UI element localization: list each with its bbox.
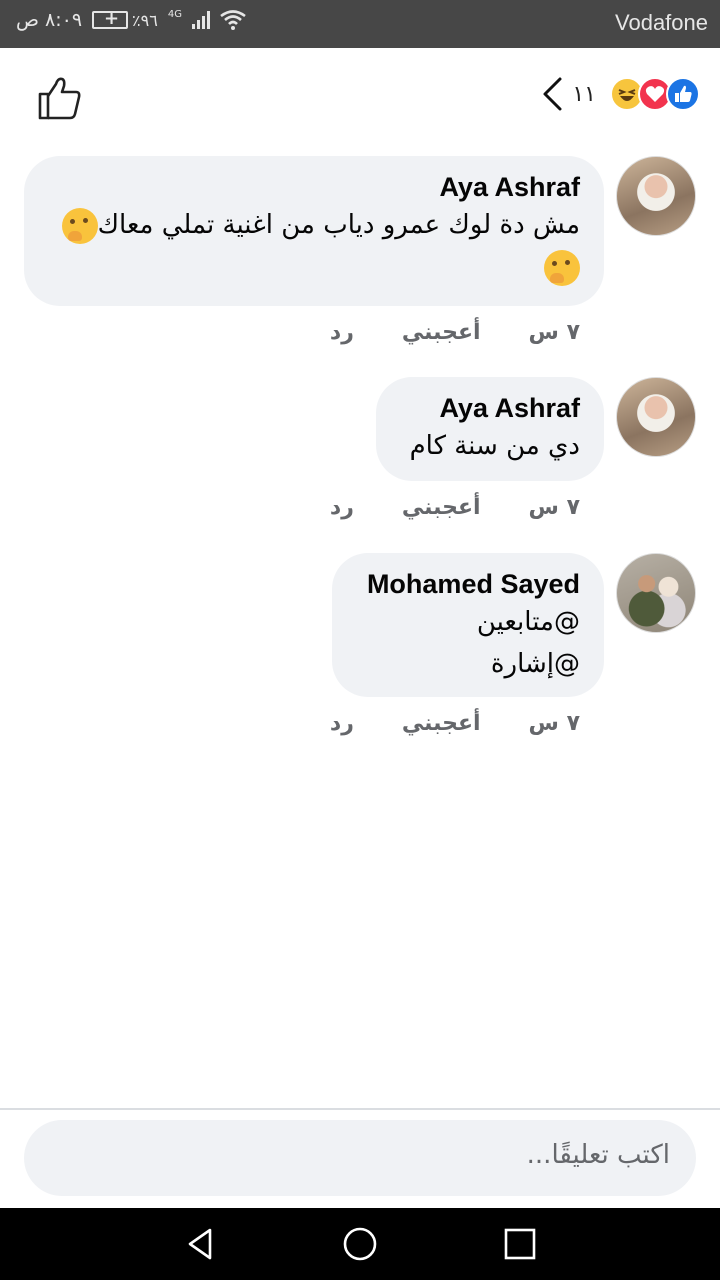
like-comment-button[interactable]: أعجبني	[402, 711, 481, 736]
avatar[interactable]	[616, 156, 696, 236]
comment-time: ٧ س	[528, 320, 580, 345]
comment-author[interactable]: Mohamed Sayed	[356, 567, 580, 601]
avatar[interactable]	[616, 377, 696, 457]
like-comment-button[interactable]: أعجبني	[402, 495, 481, 520]
comment-text: مش دة لوك عمرو دياب من اغنية تملي معاك	[48, 204, 580, 288]
comment-item: Aya Ashraf دي من سنة كام ٧ س أعجبني رد	[330, 377, 696, 520]
comment-input[interactable]: اكتب تعليقًا...	[24, 1120, 696, 1196]
thinking-face-icon	[544, 249, 580, 286]
comment-input-placeholder: اكتب تعليقًا...	[526, 1140, 670, 1170]
comment-author[interactable]: Aya Ashraf	[48, 170, 580, 204]
reply-button[interactable]: رد	[330, 320, 354, 345]
reply-button[interactable]: رد	[330, 495, 354, 520]
mention-link[interactable]: @متابعين	[477, 607, 580, 637]
signal-icon	[191, 11, 210, 29]
chevron-left-icon[interactable]	[540, 76, 566, 112]
comment-bubble[interactable]: Aya Ashraf مش دة لوك عمرو دياب من اغنية …	[24, 156, 604, 306]
like-comment-button[interactable]: أعجبني	[402, 320, 481, 345]
battery-icon	[92, 8, 129, 29]
comment-actions: ٧ س أعجبني رد	[24, 320, 604, 345]
comment-text: @متابعين @إشارة	[356, 601, 580, 685]
mention-link[interactable]: @إشارة	[491, 649, 580, 679]
status-indicators: ٨:٠٩ ص ٪٩٦ 4G	[16, 8, 246, 31]
battery-indicator: ٪٩٦	[92, 8, 158, 30]
comment-time: ٧ س	[528, 711, 580, 736]
comment-item: Aya Ashraf مش دة لوك عمرو دياب من اغنية …	[24, 156, 696, 345]
reaction-icons	[610, 77, 700, 111]
system-nav-bar	[0, 1208, 720, 1280]
comment-text: دي من سنة كام	[409, 431, 580, 461]
like-icon	[666, 77, 700, 111]
recents-square-icon[interactable]	[502, 1226, 538, 1262]
comment-actions: ٧ س أعجبني رد	[330, 711, 604, 736]
comment-actions: ٧ س أعجبني رد	[330, 495, 604, 520]
status-time: ٨:٠٩ ص	[16, 9, 83, 31]
wifi-icon	[220, 10, 246, 30]
battery-percent: ٪٩٦	[132, 10, 158, 30]
avatar[interactable]	[616, 553, 696, 633]
thinking-face-icon	[61, 207, 98, 244]
divider	[0, 1108, 720, 1110]
comment-bubble[interactable]: Aya Ashraf دي من سنة كام	[376, 377, 604, 481]
reply-button[interactable]: رد	[330, 711, 354, 736]
comments-header: ١١	[0, 48, 720, 144]
comment-author[interactable]: Aya Ashraf	[400, 391, 580, 425]
comment-item: Mohamed Sayed @متابعين @إشارة ٧ س أعجبني…	[330, 553, 696, 736]
network-type: 4G	[167, 8, 182, 20]
status-bar: ٨:٠٩ ص ٪٩٦ 4G Vodafone	[0, 0, 720, 48]
comment-text-line: مش دة لوك عمرو دياب من اغنية تملي معاك	[97, 210, 580, 240]
back-triangle-icon[interactable]	[182, 1226, 218, 1262]
carrier-name: Vodafone	[615, 10, 708, 35]
home-circle-icon[interactable]	[342, 1226, 378, 1262]
reaction-count: ١١	[572, 81, 596, 107]
comment-time: ٧ س	[528, 495, 580, 520]
comment-bubble[interactable]: Mohamed Sayed @متابعين @إشارة	[332, 553, 604, 697]
thumbs-up-outline-icon[interactable]	[36, 74, 84, 122]
reactions-summary[interactable]: ١١	[540, 76, 700, 112]
